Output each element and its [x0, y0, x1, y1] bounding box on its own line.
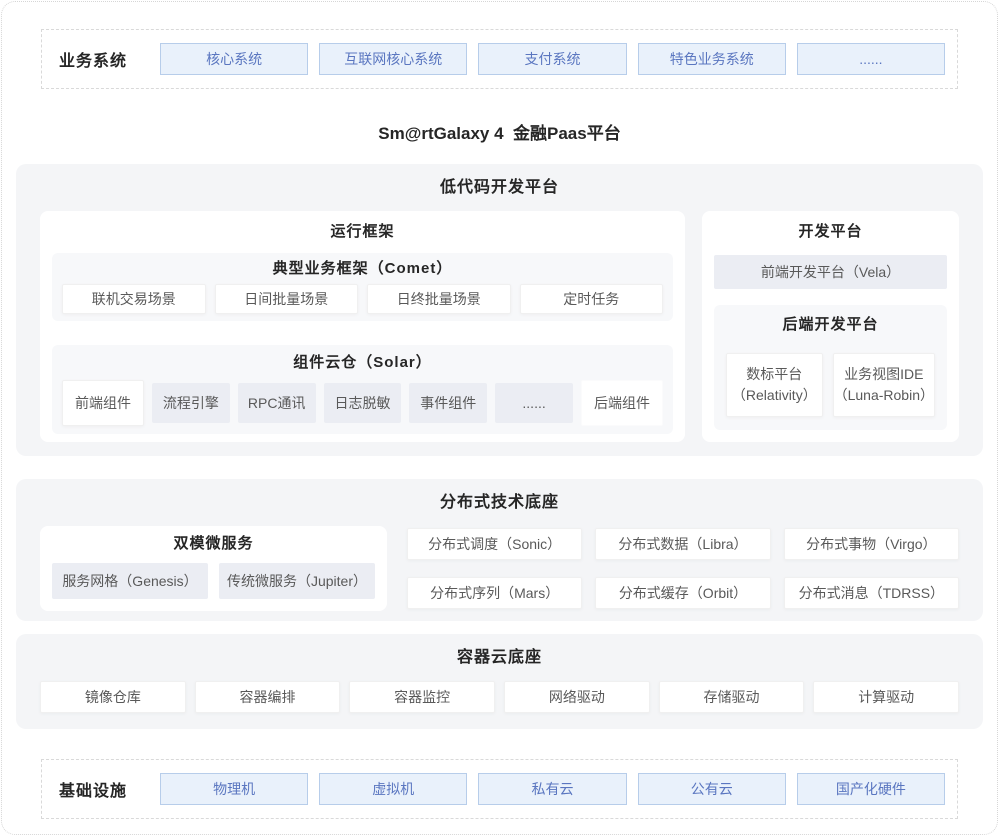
chip-service-mesh-genesis: 服务网格（Genesis）	[52, 563, 208, 599]
comet-item-scheduled-task: 定时任务	[520, 284, 664, 314]
backend-dev-platform-title: 后端开发平台	[726, 315, 935, 335]
container-cloud-section: 容器云底座 镜像仓库 容器编排 容器监控 网络驱动 存储驱动 计算驱动	[16, 634, 983, 729]
backend-dev-platform-panel: 后端开发平台 数标平台 （Relativity） 业务视图IDE （Luna-R…	[714, 305, 947, 430]
business-system-box-core: 核心系统	[160, 43, 308, 75]
dist-service-libra: 分布式数据（Libra）	[595, 528, 770, 560]
comet-item-online-trading: 联机交易场景	[62, 284, 206, 314]
solar-chip-process-engine: 流程引擎	[152, 383, 230, 423]
backend-item-relativity-name: 数标平台	[746, 364, 802, 385]
business-system-box-special: 特色业务系统	[638, 43, 786, 75]
dist-service-tdrss: 分布式消息（TDRSS）	[784, 577, 959, 609]
runtime-framework-title: 运行框架	[52, 221, 673, 243]
business-systems-label: 业务系统	[59, 47, 160, 71]
comet-framework-title: 典型业务框架（Comet）	[62, 259, 663, 279]
comet-item-intraday-batch: 日间批量场景	[215, 284, 359, 314]
solar-chip-log-masking: 日志脱敏	[324, 383, 402, 423]
infra-box-public-cloud: 公有云	[638, 773, 786, 805]
dual-mode-title: 双模微服务	[52, 534, 375, 554]
lowcode-platform-section: 低代码开发平台 运行框架 典型业务框架（Comet） 联机交易场景 日间批量场景…	[16, 164, 983, 456]
comet-item-eod-batch: 日终批量场景	[367, 284, 511, 314]
container-item-orchestration: 容器编排	[195, 681, 341, 713]
infrastructure-label: 基础设施	[59, 777, 160, 801]
solar-component-title: 组件云仓（Solar）	[62, 353, 663, 373]
container-item-monitoring: 容器监控	[349, 681, 495, 713]
architecture-diagram: 业务系统 核心系统 互联网核心系统 支付系统 特色业务系统 ...... Sm@…	[1, 1, 998, 835]
dev-platform-panel: 开发平台 前端开发平台（Vela） 后端开发平台 数标平台 （Relativit…	[702, 211, 959, 442]
container-item-network-driver: 网络驱动	[504, 681, 650, 713]
solar-chip-ellipsis: ......	[495, 383, 573, 423]
distributed-base-section: 分布式技术底座 双模微服务 服务网格（Genesis） 传统微服务（Jupite…	[16, 479, 983, 621]
dist-service-virgo: 分布式事物（Virgo）	[784, 528, 959, 560]
business-system-box-internet-core: 互联网核心系统	[319, 43, 467, 75]
backend-item-luna-robin-code: （Luna-Robin）	[834, 385, 934, 406]
comet-framework-panel: 典型业务框架（Comet） 联机交易场景 日间批量场景 日终批量场景 定时任务	[52, 253, 673, 321]
solar-component-panel: 组件云仓（Solar） 前端组件 流程引擎 RPC通讯 日志脱敏 事件组件 ..…	[52, 345, 673, 434]
backend-item-relativity-code: （Relativity）	[732, 385, 817, 406]
infrastructure-items: 物理机 虚拟机 私有云 公有云 国产化硬件	[160, 773, 945, 805]
runtime-framework-panel: 运行框架 典型业务框架（Comet） 联机交易场景 日间批量场景 日终批量场景 …	[40, 211, 685, 442]
dist-service-mars: 分布式序列（Mars）	[407, 577, 582, 609]
container-cloud-title: 容器云底座	[40, 647, 959, 669]
container-item-image-registry: 镜像仓库	[40, 681, 186, 713]
business-systems-items: 核心系统 互联网核心系统 支付系统 特色业务系统 ......	[160, 43, 945, 75]
page-title: Sm@rtGalaxy 4 金融Paas平台	[2, 119, 997, 143]
infra-box-virtual-machine: 虚拟机	[319, 773, 467, 805]
backend-dev-items-row: 数标平台 （Relativity） 业务视图IDE （Luna-Robin）	[726, 353, 935, 417]
business-systems-row: 业务系统 核心系统 互联网核心系统 支付系统 特色业务系统 ......	[41, 29, 958, 89]
distributed-services-grid: 分布式调度（Sonic） 分布式数据（Libra） 分布式事物（Virgo） 分…	[407, 526, 959, 611]
dev-platform-title: 开发平台	[714, 221, 947, 243]
lowcode-platform-title: 低代码开发平台	[40, 177, 959, 199]
lowcode-content: 运行框架 典型业务框架（Comet） 联机交易场景 日间批量场景 日终批量场景 …	[40, 211, 959, 442]
dist-service-orbit: 分布式缓存（Orbit）	[595, 577, 770, 609]
dual-mode-microservice-panel: 双模微服务 服务网格（Genesis） 传统微服务（Jupiter）	[40, 526, 387, 611]
distributed-base-title: 分布式技术底座	[40, 492, 959, 514]
solar-items-row: 前端组件 流程引擎 RPC通讯 日志脱敏 事件组件 ...... 后端组件	[62, 380, 663, 426]
container-item-storage-driver: 存储驱动	[659, 681, 805, 713]
container-item-compute-driver: 计算驱动	[813, 681, 959, 713]
solar-item-backend-component: 后端组件	[581, 380, 663, 426]
distributed-content: 双模微服务 服务网格（Genesis） 传统微服务（Jupiter） 分布式调度…	[40, 526, 959, 611]
infra-box-private-cloud: 私有云	[478, 773, 626, 805]
backend-item-relativity: 数标平台 （Relativity）	[726, 353, 823, 417]
vela-frontend-dev-platform: 前端开发平台（Vela）	[714, 255, 947, 289]
dist-service-sonic: 分布式调度（Sonic）	[407, 528, 582, 560]
backend-item-luna-robin-name: 业务视图IDE	[844, 364, 923, 385]
solar-chip-rpc: RPC通讯	[238, 383, 316, 423]
business-system-box-payment: 支付系统	[478, 43, 626, 75]
comet-items-row: 联机交易场景 日间批量场景 日终批量场景 定时任务	[62, 284, 663, 314]
container-items-row: 镜像仓库 容器编排 容器监控 网络驱动 存储驱动 计算驱动	[40, 681, 959, 713]
infra-box-domestic-hardware: 国产化硬件	[797, 773, 945, 805]
business-system-box-ellipsis: ......	[797, 43, 945, 75]
solar-chip-event-component: 事件组件	[409, 383, 487, 423]
infra-box-physical-machine: 物理机	[160, 773, 308, 805]
solar-item-frontend-component: 前端组件	[62, 380, 144, 426]
dual-mode-items-row: 服务网格（Genesis） 传统微服务（Jupiter）	[52, 563, 375, 599]
chip-traditional-microservice-jupiter: 传统微服务（Jupiter）	[219, 563, 375, 599]
infrastructure-row: 基础设施 物理机 虚拟机 私有云 公有云 国产化硬件	[41, 759, 958, 819]
backend-item-luna-robin: 业务视图IDE （Luna-Robin）	[833, 353, 935, 417]
